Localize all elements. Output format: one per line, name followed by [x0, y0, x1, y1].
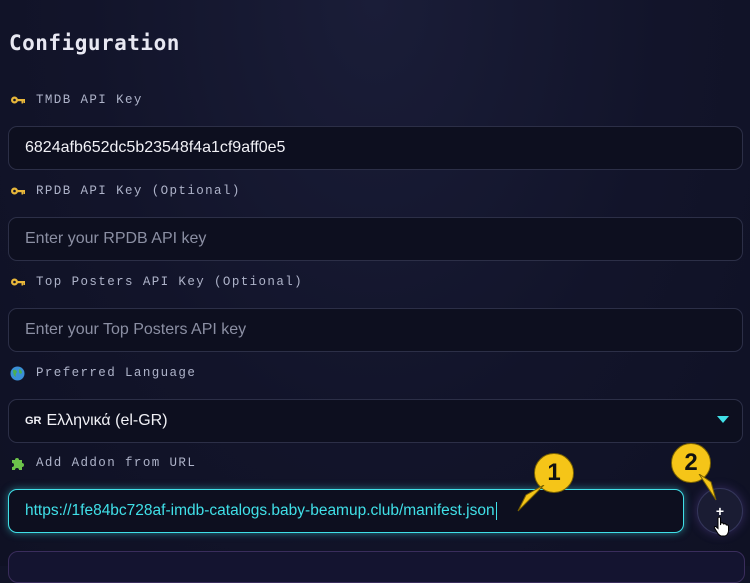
text-caret [495, 502, 497, 520]
addon-label: Add Addon from URL [10, 456, 196, 470]
key-icon [10, 93, 28, 107]
chevron-down-icon[interactable] [717, 416, 729, 423]
hand-cursor-icon [713, 516, 729, 537]
page-title: Configuration [9, 31, 180, 55]
language-select[interactable]: GR Ελληνικά (el-GR) [8, 399, 743, 443]
key-icon [10, 184, 28, 198]
globe-icon [10, 366, 28, 381]
annotation-arrow-2 [698, 474, 717, 501]
language-label: Preferred Language [10, 366, 196, 381]
rpdb-label: RPDB API Key (Optional) [10, 184, 241, 198]
tmdb-api-key-input[interactable]: 6824afb652dc5b23548f4a1cf9aff0e5 [8, 126, 743, 170]
puzzle-icon [10, 456, 28, 470]
addon-url-input[interactable]: https://1fe84bc728af-imdb-catalogs.baby-… [8, 489, 684, 533]
rpdb-api-key-input[interactable]: Enter your RPDB API key [8, 217, 743, 261]
annotation-arrow-1 [517, 485, 545, 512]
addon-list-card [8, 551, 745, 583]
top-posters-api-key-input[interactable]: Enter your Top Posters API key [8, 308, 743, 352]
top-posters-label: Top Posters API Key (Optional) [10, 275, 303, 289]
key-icon [10, 275, 28, 289]
tmdb-label: TMDB API Key [10, 93, 143, 107]
